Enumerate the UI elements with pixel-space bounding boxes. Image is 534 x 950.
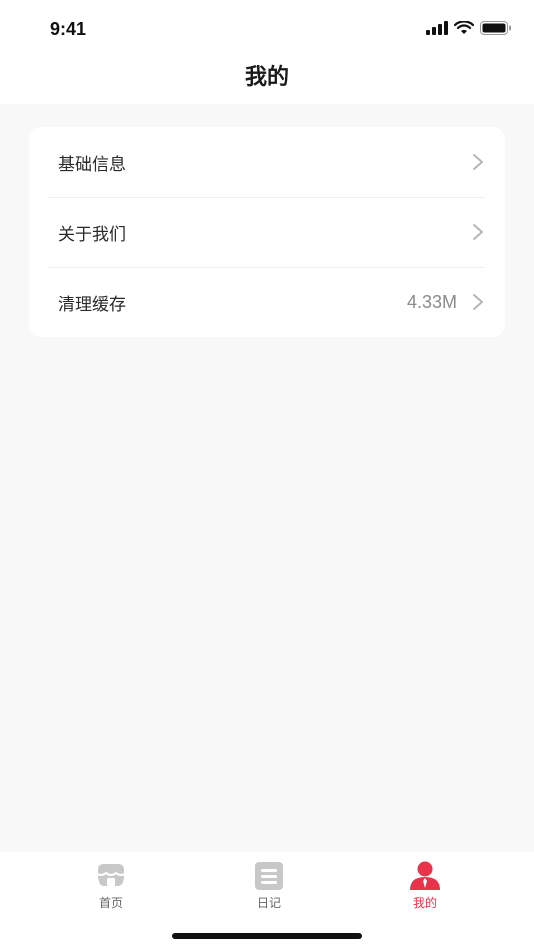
tab-label: 我的 [412,896,437,910]
tab-label: 首页 [98,896,123,910]
tab-home[interactable]: 首页 [51,860,171,916]
menu-item-label: 基础信息 [58,154,126,175]
tab-label: 日记 [256,896,281,910]
chevron-right-icon [473,224,483,240]
settings-card: 基础信息 关于我们 清理缓存 4.33M [29,127,505,337]
chevron-right-icon [473,154,483,170]
battery-icon [480,21,511,35]
chevron-right-icon [473,294,483,310]
status-bar: 9:41 [0,0,534,58]
tab-profile[interactable]: 我的 [365,860,485,916]
home-indicator [172,933,362,939]
wifi-icon [454,21,474,34]
menu-item-clear-cache[interactable]: 清理缓存 4.33M [29,267,505,337]
profile-icon [410,861,440,890]
top-bar: 9:41 我的 [0,0,534,104]
page-title: 我的 [244,65,289,90]
cache-size-value: 4.33M [406,291,457,312]
menu-item-about-us[interactable]: 关于我们 [29,197,505,267]
home-shop-icon [95,864,127,886]
status-icons [426,18,512,38]
menu-item-basic-info[interactable]: 基础信息 [29,127,505,197]
diary-icon [255,862,283,890]
menu-item-label: 关于我们 [58,224,126,245]
signal-icon [426,21,448,35]
menu-item-label: 清理缓存 [58,294,126,315]
tab-diary[interactable]: 日记 [209,860,329,916]
status-time: 9:41 [50,19,87,39]
